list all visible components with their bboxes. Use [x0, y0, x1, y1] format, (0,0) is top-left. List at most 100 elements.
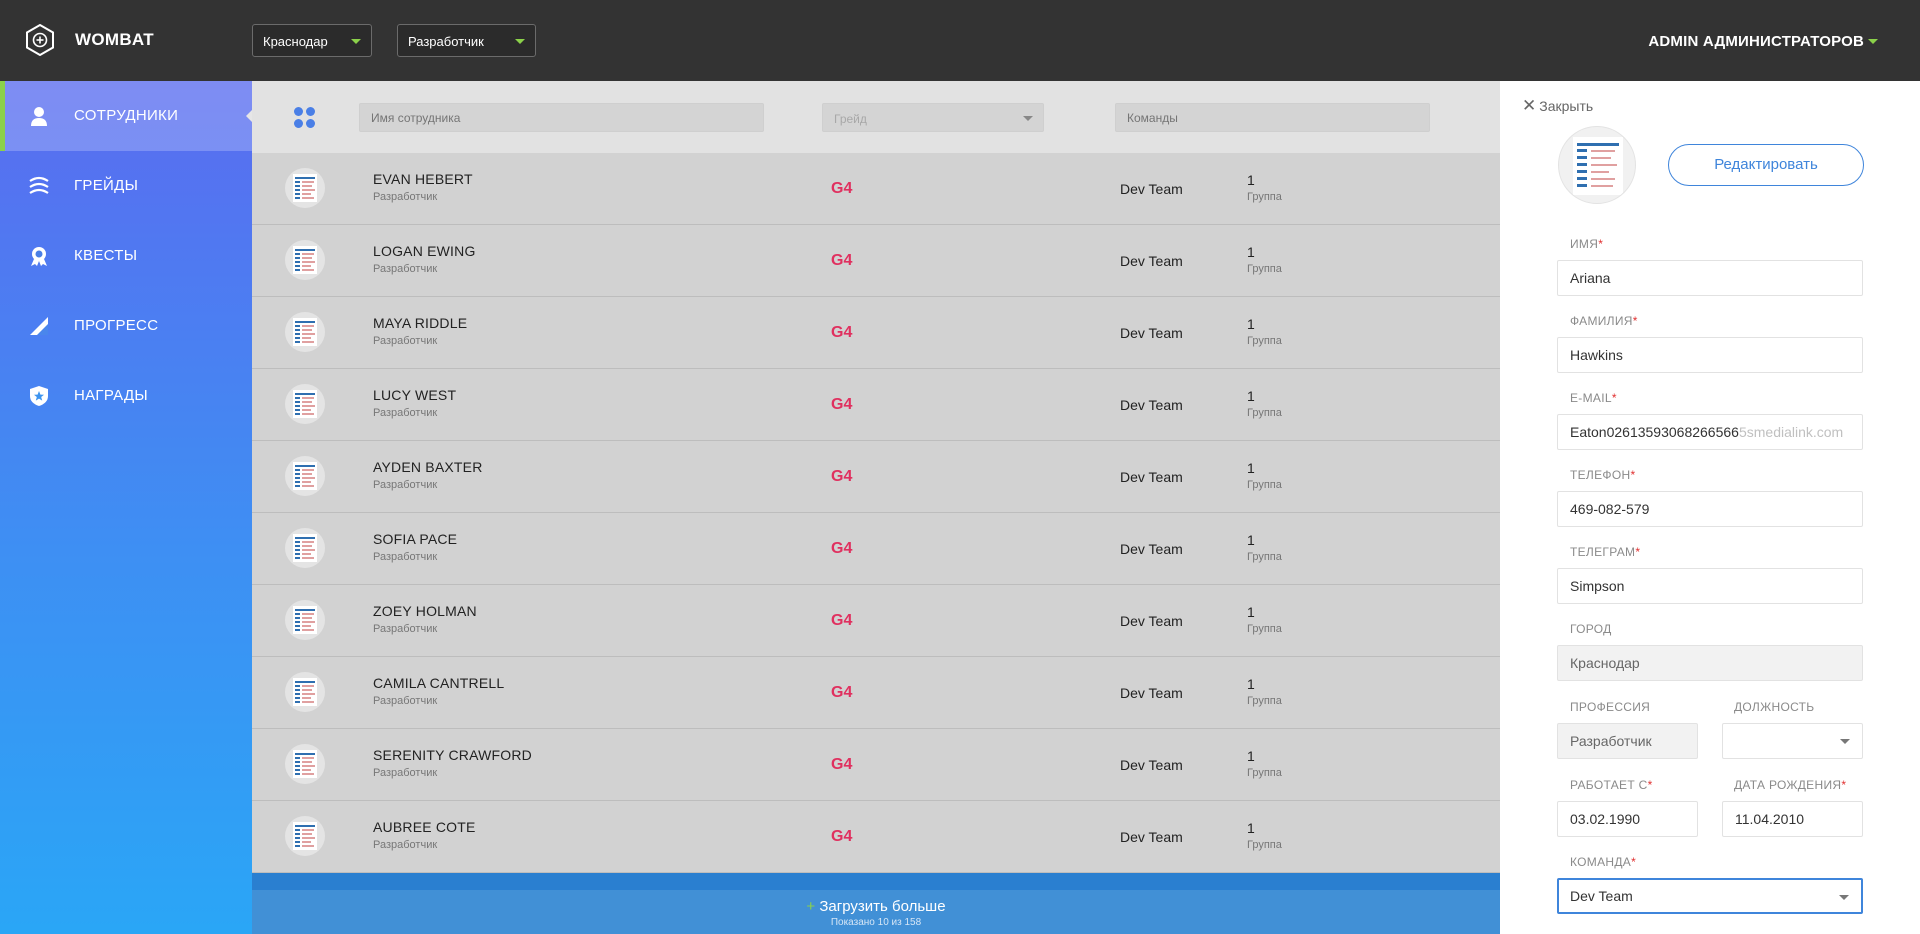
employee-team: Dev Team: [1120, 757, 1183, 773]
employee-name[interactable]: MAYA RIDDLE: [373, 315, 467, 331]
sidebar-item-rewards[interactable]: НАГРАДЫ: [0, 361, 252, 431]
employee-name[interactable]: AUBREE COTE: [373, 819, 476, 835]
progress-icon: [30, 317, 48, 335]
sidebar-item-quests[interactable]: КВЕСТЫ: [0, 221, 252, 291]
sidebar-item-label: ГРЕЙДЫ: [74, 177, 139, 194]
avatar[interactable]: [285, 384, 325, 424]
employee-team: Dev Team: [1120, 541, 1183, 557]
avatar[interactable]: [285, 168, 325, 208]
phone-field[interactable]: 469-082-579: [1557, 491, 1863, 527]
works-since-field[interactable]: 03.02.1990: [1557, 801, 1698, 837]
employee-grade: G4: [831, 540, 853, 557]
table-row[interactable]: AYDEN BAXTER Разработчик G4 Dev Team 1 Группа: [252, 441, 1500, 513]
employee-name-search-input[interactable]: [359, 103, 764, 132]
employee-team: Dev Team: [1120, 325, 1183, 341]
group-label: Группа: [1247, 407, 1282, 419]
table-row[interactable]: ZOEY HOLMAN Разработчик G4 Dev Team 1 Группа: [252, 585, 1500, 657]
employee-role: Разработчик: [373, 191, 438, 203]
employee-grade: G4: [831, 756, 853, 773]
group-number: 1: [1247, 604, 1255, 620]
employee-role: Разработчик: [373, 551, 438, 563]
employee-name[interactable]: CAMILA CANTRELL: [373, 675, 504, 691]
group-number: 1: [1247, 172, 1255, 188]
edit-button[interactable]: Редактировать: [1668, 144, 1864, 186]
city-label: ГОРОД: [1570, 622, 1612, 636]
group-label: Группа: [1247, 479, 1282, 491]
group-number: 1: [1247, 388, 1255, 404]
grade-filter-select[interactable]: Грейд: [822, 103, 1044, 132]
employee-grade: G4: [831, 180, 853, 197]
group-number: 1: [1247, 244, 1255, 260]
sidebar: СОТРУДНИКИ ГРЕЙДЫ КВЕСТЫ ПРОГРЕСС НАГРАД…: [0, 81, 252, 934]
position-label: ДОЛЖНОСТЬ: [1734, 700, 1815, 714]
teams-filter-input[interactable]: [1115, 103, 1430, 132]
avatar[interactable]: [285, 312, 325, 352]
city-filter-dropdown[interactable]: Краснодар: [252, 24, 372, 57]
last-name-field[interactable]: Hawkins: [1557, 337, 1863, 373]
load-more-button[interactable]: + Загрузить больше Показано 10 из 158: [252, 890, 1500, 934]
table-row[interactable]: SOFIA PACE Разработчик G4 Dev Team 1 Группа: [252, 513, 1500, 585]
table-row[interactable]: MAYA RIDDLE Разработчик G4 Dev Team 1 Группа: [252, 297, 1500, 369]
chevron-down-icon: [515, 39, 525, 44]
email-value: Eaton02613593068266566: [1570, 424, 1739, 440]
employee-name[interactable]: AYDEN BAXTER: [373, 459, 483, 475]
telegram-label: ТЕЛЕГРАМ*: [1570, 545, 1641, 559]
employee-list-area: Грейд EVAN HEBERT Разработчик G4 Dev Team 1 Г…: [252, 81, 1500, 934]
table-row[interactable]: LUCY WEST Разработчик G4 Dev Team 1 Группа: [252, 369, 1500, 441]
profession-filter-dropdown[interactable]: Разработчик: [397, 24, 536, 57]
grid-view-icon[interactable]: [294, 107, 316, 129]
employee-grade: G4: [831, 612, 853, 629]
group-number: 1: [1247, 820, 1255, 836]
group-label: Группа: [1247, 695, 1282, 707]
first-name-field[interactable]: Ariana: [1557, 260, 1863, 296]
close-button[interactable]: ✕ Закрыть: [1522, 96, 1593, 116]
team-select[interactable]: Dev Team: [1557, 878, 1863, 914]
chevron-down-icon[interactable]: [1868, 39, 1878, 44]
load-more-bar: + Загрузить больше Показано 10 из 158: [252, 873, 1500, 934]
grade-filter-placeholder: Грейд: [834, 112, 867, 126]
avatar[interactable]: [1558, 126, 1636, 204]
employee-name[interactable]: SERENITY CRAWFORD: [373, 747, 532, 763]
user-menu[interactable]: ADMIN АДМИНИСТРАТОРОВ: [1648, 33, 1864, 50]
avatar[interactable]: [285, 672, 325, 712]
sidebar-item-progress[interactable]: ПРОГРЕСС: [0, 291, 252, 361]
employee-role: Разработчик: [373, 695, 438, 707]
chevron-down-icon: [1839, 895, 1849, 900]
table-row[interactable]: AUBREE COTE Разработчик G4 Dev Team 1 Группа: [252, 801, 1500, 873]
profession-field: Разработчик: [1557, 723, 1698, 759]
sidebar-item-label: СОТРУДНИКИ: [74, 107, 179, 124]
table-row[interactable]: EVAN HEBERT Разработчик G4 Dev Team 1 Группа: [252, 153, 1500, 225]
sidebar-item-grades[interactable]: ГРЕЙДЫ: [0, 151, 252, 221]
wombat-logo-icon[interactable]: [25, 24, 55, 56]
employee-name[interactable]: EVAN HEBERT: [373, 171, 473, 187]
avatar[interactable]: [285, 528, 325, 568]
employee-grade: G4: [831, 252, 853, 269]
birth-date-field[interactable]: 11.04.2010: [1722, 801, 1863, 837]
employee-role: Разработчик: [373, 839, 438, 851]
avatar[interactable]: [285, 240, 325, 280]
table-row[interactable]: CAMILA CANTRELL Разработчик G4 Dev Team 1 Гру…: [252, 657, 1500, 729]
avatar[interactable]: [285, 600, 325, 640]
city-filter-value: Краснодар: [263, 34, 328, 49]
position-select[interactable]: [1722, 723, 1863, 759]
sidebar-item-employees[interactable]: СОТРУДНИКИ: [0, 81, 252, 151]
table-row[interactable]: LOGAN EWING Разработчик G4 Dev Team 1 Группа: [252, 225, 1500, 297]
group-label: Группа: [1247, 551, 1282, 563]
employee-name[interactable]: LUCY WEST: [373, 387, 456, 403]
group-label: Группа: [1247, 335, 1282, 347]
employee-team: Dev Team: [1120, 397, 1183, 413]
avatar[interactable]: [285, 816, 325, 856]
avatar[interactable]: [285, 744, 325, 784]
employee-name[interactable]: SOFIA PACE: [373, 531, 457, 547]
birth-date-label: ДАТА РОЖДЕНИЯ*: [1734, 778, 1847, 792]
load-more-label: Загрузить больше: [819, 898, 946, 915]
chevron-down-icon: [351, 39, 361, 44]
employee-name[interactable]: LOGAN EWING: [373, 243, 476, 259]
email-field[interactable]: Eaton026135930682665665smedialink.com: [1557, 414, 1863, 450]
avatar[interactable]: [285, 456, 325, 496]
employee-name[interactable]: ZOEY HOLMAN: [373, 603, 477, 619]
table-row[interactable]: SERENITY CRAWFORD Разработчик G4 Dev Team 1 Г…: [252, 729, 1500, 801]
employee-detail-panel: ✕ Закрыть Редактировать ИМЯ* Ariana ФАМИЛ…: [1500, 81, 1920, 934]
telegram-field[interactable]: Simpson: [1557, 568, 1863, 604]
employee-grade: G4: [831, 468, 853, 485]
